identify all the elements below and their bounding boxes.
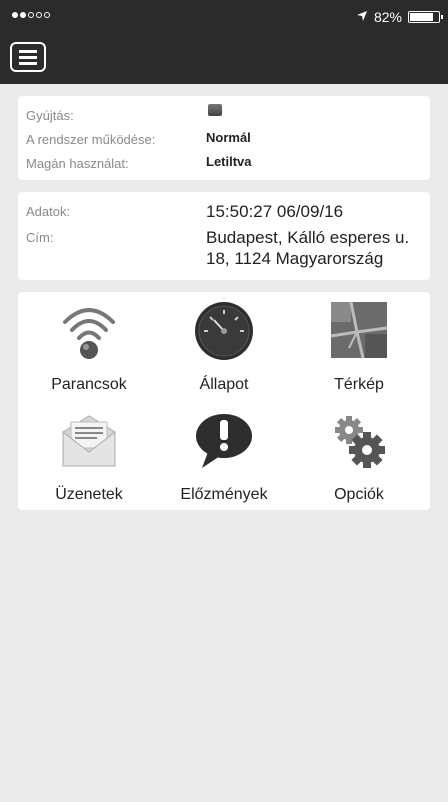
vehicle-status-card: Gyújtás: A rendszer működése: Normál Mag… [18,96,430,180]
private-use-label: Magán használat: [26,156,129,171]
tile-options[interactable]: Opciók [294,410,424,504]
wifi-signal-icon [57,300,121,362]
nav-bar [0,34,448,84]
tile-map-label: Térkép [334,376,384,393]
battery-percent: 82% [373,9,402,25]
menu-button[interactable] [10,42,46,72]
envelope-icon [57,410,121,472]
battery-fill [410,13,433,21]
signal-strength-icon [12,12,50,18]
tile-status[interactable]: Állapot [159,300,289,394]
tile-history[interactable]: Előzmények [159,410,289,504]
tile-history-label: Előzmények [180,486,268,503]
address-label: Cím: [26,230,54,245]
ignition-label: Gyújtás: [26,108,74,123]
tile-messages-label: Üzenetek [55,486,123,503]
address-line-1: Budapest, Kálló esperes u. [206,228,410,247]
tile-options-label: Opciók [334,486,384,503]
data-label: Adatok: [26,204,71,219]
tile-map[interactable]: Térkép [294,300,424,394]
data-value: 15:50:27 06/09/16 [206,202,344,221]
private-use-value: Letiltva [206,154,252,169]
tile-status-label: Állapot [199,376,249,393]
map-icon [327,300,391,362]
gears-icon [327,410,391,472]
location-info-card: Adatok: 15:50:27 06/09/16 Cím: Budapest,… [18,192,430,280]
exclamation-bubble-icon [192,410,256,472]
tile-commands[interactable]: Parancsok [24,300,154,394]
tile-commands-label: Parancsok [51,376,127,393]
system-label: A rendszer működése: [26,132,156,147]
battery-icon [408,11,443,23]
menu-icon [19,49,37,53]
tile-messages[interactable]: Üzenetek [24,410,154,504]
status-right: 82% [356,9,443,25]
system-value: Normál [206,130,251,145]
location-arrow-icon [356,9,368,25]
address-line-2: 18, 1124 Magyarország [206,249,384,268]
status-bar: 82% [0,0,448,34]
ignition-indicator-icon [208,104,222,116]
menu-grid-card: Parancsok Állapot Térkép Üzenetek Előzmé… [18,292,430,510]
speedometer-icon [192,300,256,362]
